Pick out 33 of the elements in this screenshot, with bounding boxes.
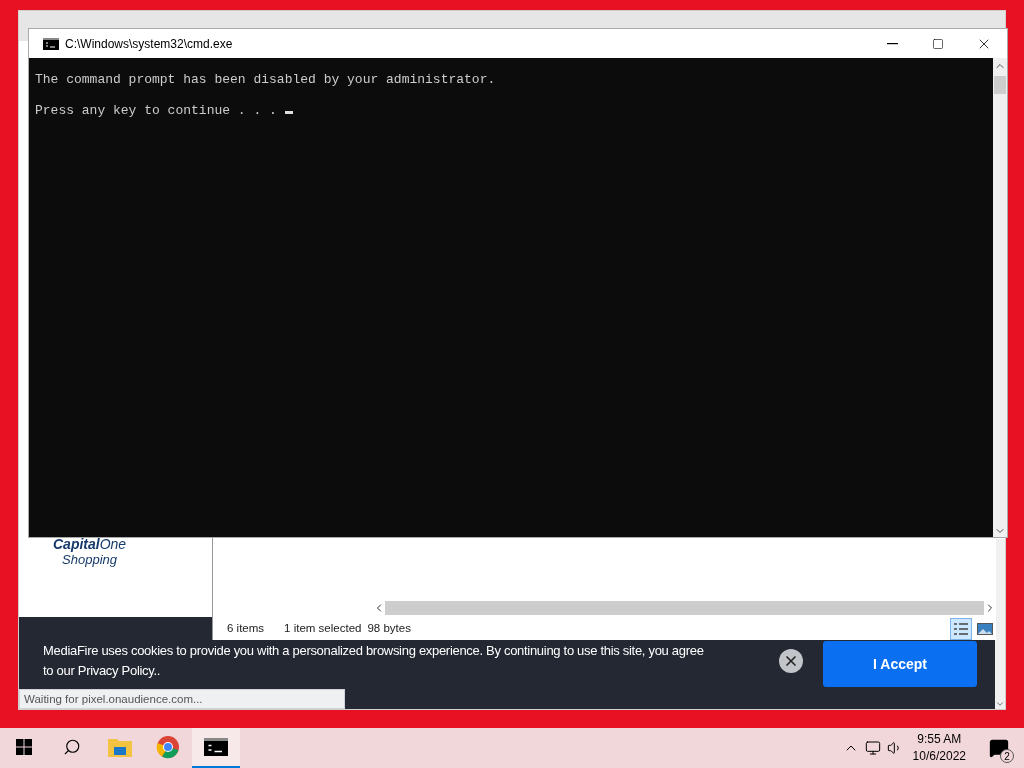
terminal-icon (204, 738, 228, 756)
details-view-icon (953, 622, 969, 636)
console-line: Press any key to continue . . . (35, 103, 987, 118)
close-button[interactable] (779, 649, 803, 673)
image-icon (977, 623, 993, 635)
loading-status: Waiting for pixel.onaudience.com... (19, 689, 345, 709)
browser-icon (156, 735, 180, 759)
text-cursor (284, 111, 293, 114)
cookie-message: MediaFire uses cookies to provide you with a personalized browsing experience. By continuing to use this site, you agree to our Privacy Policy.. (43, 642, 705, 680)
folder-icon (108, 737, 132, 757)
maximize-icon (932, 37, 944, 50)
terminal-icon (43, 37, 59, 50)
scroll-down-icon[interactable] (995, 699, 1005, 709)
close-icon (783, 653, 799, 669)
shopping-logo: CapitalOne Shopping (53, 536, 127, 567)
accept-button[interactable]: I Accept (823, 641, 977, 687)
status-text: 1 item selected (284, 622, 362, 634)
taskbar-app[interactable] (192, 728, 240, 768)
search-icon (63, 738, 81, 756)
view-button[interactable] (950, 618, 972, 640)
network-icon[interactable] (864, 740, 881, 756)
minimize-icon (886, 42, 898, 45)
status-text: 98 bytes (367, 622, 411, 634)
console-line: The command prompt has been disabled by your administrator. (35, 72, 497, 87)
windows-icon (16, 739, 32, 755)
notifications-button[interactable]: 2 (984, 733, 1014, 763)
scrollbar-track[interactable] (385, 601, 984, 615)
scrollbar-thumb[interactable] (994, 76, 1006, 94)
scrollbar[interactable] (995, 539, 1005, 709)
status-text: 6 items (227, 622, 265, 634)
window-title: C:\Windows\system32\cmd.exe (65, 36, 234, 51)
scrollbar[interactable] (993, 58, 1007, 537)
clock[interactable]: 9:55 AM 10/6/2022 (912, 731, 966, 765)
